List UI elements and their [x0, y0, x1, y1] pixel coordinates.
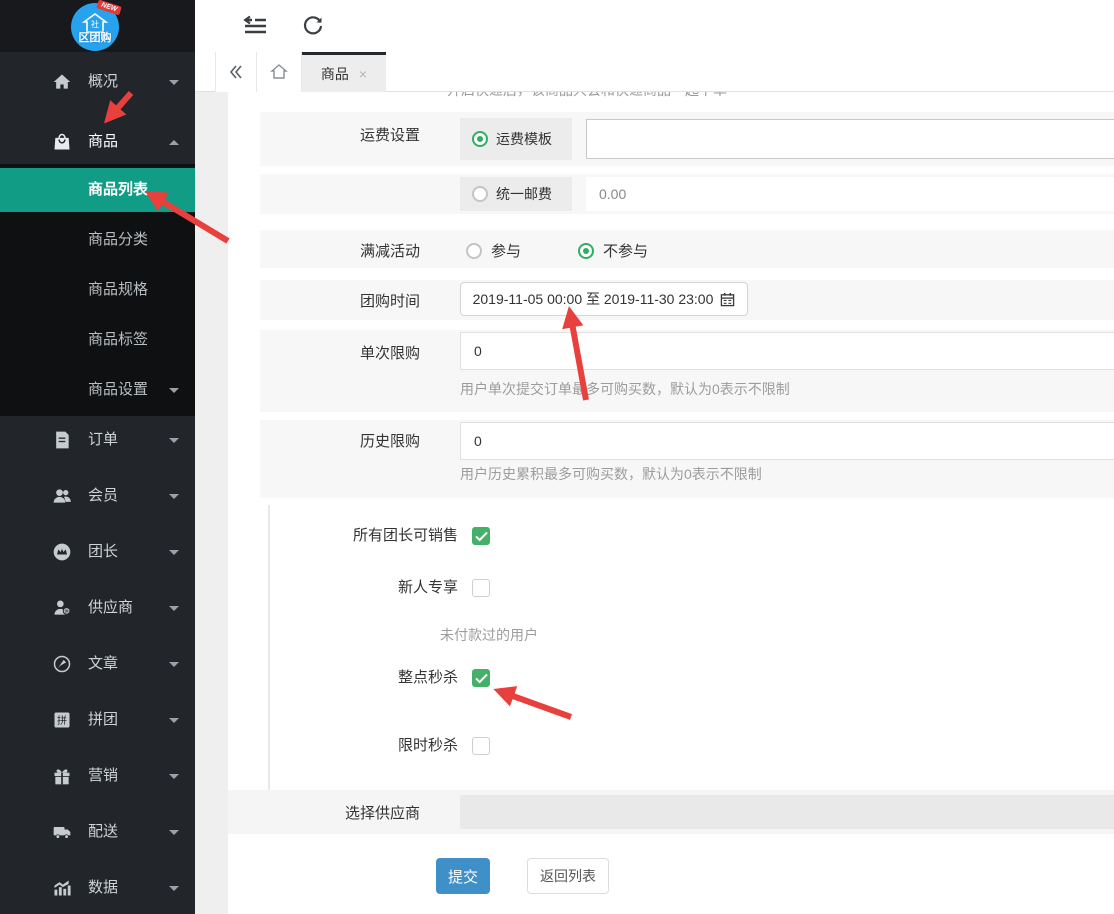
promo-notjoin-option[interactable]: 不参与 [578, 240, 648, 261]
refresh-icon[interactable] [300, 14, 326, 38]
radio-unselected-icon[interactable] [472, 186, 488, 202]
svg-text:供: 供 [64, 608, 69, 615]
article-icon [52, 654, 72, 674]
timed-seckill-label: 限时秒杀 [258, 737, 458, 755]
shipping-template-option[interactable]: 运费模板 [460, 118, 572, 160]
chevron-down-icon [169, 886, 179, 891]
home-icon [52, 72, 72, 92]
clipped-helper-text: 开启快递后，该商品只会和快递商品一起下单 [447, 92, 727, 100]
chevron-down-icon [169, 80, 179, 85]
submit-button[interactable]: 提交 [436, 858, 490, 894]
flat-postage-option[interactable]: 统一邮费 [460, 177, 572, 211]
newcomer-checkbox[interactable] [472, 579, 490, 597]
chevron-down-icon [169, 550, 179, 555]
tab-products[interactable]: 商品 × [302, 52, 386, 92]
history-limit-input[interactable] [460, 422, 1114, 460]
groupbuy-icon: 拼 [52, 710, 72, 730]
check-icon [475, 531, 488, 542]
single-limit-label: 单次限购 [260, 342, 420, 363]
form-panel: 开启快递后，该商品只会和快递商品一起下单 运费设置 运费模板 统一邮费 满减活动… [228, 92, 1114, 914]
products-submenu: 商品列表 商品分类 商品规格 商品标签 商品设置 [0, 164, 195, 416]
newcomer-helper: 未付款过的用户 [440, 625, 538, 645]
chevron-down-icon [169, 662, 179, 667]
chevron-down-icon [169, 606, 179, 611]
timed-seckill-checkbox[interactable] [472, 737, 490, 755]
data-icon [52, 878, 72, 898]
tab-label: 商品 [321, 64, 349, 84]
chevron-down-icon [169, 494, 179, 499]
history-limit-helper: 用户历史累积最多可购买数，默认为0表示不限制 [460, 464, 762, 484]
topbar [195, 0, 1114, 52]
scroll-tabs-left-button[interactable] [215, 52, 257, 92]
sidebar-item-leaders[interactable]: 团长 [0, 530, 195, 574]
sidebar-item-articles[interactable]: 文章 [0, 642, 195, 686]
check-icon [475, 673, 488, 684]
newcomer-label: 新人专享 [258, 579, 458, 597]
svg-text:社: 社 [91, 19, 99, 29]
chevron-down-icon [169, 438, 179, 443]
calendar-icon [720, 292, 735, 307]
all-leaders-checkbox[interactable] [472, 527, 490, 545]
sidebar-item-products[interactable]: 商品 [0, 120, 195, 164]
double-chevron-left-icon [228, 64, 244, 80]
svg-text:拼: 拼 [57, 714, 67, 727]
shipping-template-input[interactable] [586, 119, 1114, 159]
order-icon [52, 430, 72, 450]
flat-postage-input[interactable] [586, 177, 1114, 211]
chevron-up-icon [169, 140, 179, 145]
sidebar-item-members[interactable]: 会员 [0, 474, 195, 518]
promo-join-option[interactable]: 参与 [466, 240, 521, 261]
sidebar-item-suppliers[interactable]: 供 供应商 [0, 586, 195, 630]
tab-bar: 商品 × [195, 52, 1114, 92]
history-limit-label: 历史限购 [260, 430, 420, 451]
radio-selected-icon[interactable] [578, 243, 594, 259]
chevron-down-icon [169, 774, 179, 779]
supplier-select[interactable] [460, 795, 1114, 829]
hourly-seckill-label: 整点秒杀 [258, 669, 458, 687]
page-gutter [195, 92, 228, 914]
house-logo-icon: 社 [82, 13, 108, 33]
date-range-picker[interactable]: 2019-11-05 00:00 至 2019-11-30 23:00 [460, 282, 748, 316]
sidebar-item-product-list[interactable]: 商品列表 [0, 168, 195, 212]
sidebar-item-marketing[interactable]: 营销 [0, 754, 195, 798]
collapse-sidebar-icon[interactable] [242, 14, 268, 38]
sidebar-item-groupbuy[interactable]: 拼 拼团 [0, 698, 195, 742]
hourly-seckill-checkbox[interactable] [472, 669, 490, 687]
sidebar-item-data[interactable]: 数据 [0, 866, 195, 910]
sidebar-item-product-tag[interactable]: 商品标签 [0, 318, 195, 362]
delivery-icon [52, 822, 72, 842]
sidebar-item-product-settings[interactable]: 商品设置 [0, 368, 195, 412]
radio-selected-icon[interactable] [472, 131, 488, 147]
bag-icon [52, 132, 72, 152]
chevron-down-icon [169, 388, 179, 393]
single-limit-input[interactable] [460, 332, 1114, 370]
marketing-icon [52, 766, 72, 786]
supplier-label: 选择供应商 [260, 802, 420, 823]
date-range-value: 2019-11-05 00:00 至 2019-11-30 23:00 [473, 289, 714, 309]
home-outline-icon [270, 63, 288, 81]
sidebar-item-product-spec[interactable]: 商品规格 [0, 268, 195, 312]
promo-label: 满减活动 [260, 240, 420, 261]
home-tab-button[interactable] [257, 52, 302, 92]
sidebar-item-orders[interactable]: 订单 [0, 418, 195, 462]
single-limit-helper: 用户单次提交订单最多可购买数，默认为0表示不限制 [460, 379, 790, 399]
back-to-list-button[interactable]: 返回列表 [527, 858, 609, 894]
radio-unselected-icon[interactable] [466, 243, 482, 259]
supplier-icon: 供 [52, 598, 72, 618]
time-label: 团购时间 [260, 290, 420, 311]
close-icon[interactable]: × [359, 67, 367, 81]
logo-strip: 社 区团购 NEW [0, 0, 195, 52]
chevron-down-icon [169, 830, 179, 835]
logo-text: 区团购 [79, 33, 112, 44]
sidebar-item-product-category[interactable]: 商品分类 [0, 218, 195, 262]
sidebar-item-delivery[interactable]: 配送 [0, 810, 195, 854]
shipping-label: 运费设置 [260, 124, 420, 145]
app-logo[interactable]: 社 区团购 NEW [71, 3, 119, 51]
members-icon [52, 486, 72, 506]
sidebar: 社 区团购 NEW 概况 商品 商品列表 商品分类 商品规格 商品标签 商品设置… [0, 0, 195, 914]
all-leaders-label: 所有团长可销售 [258, 527, 458, 545]
sidebar-item-overview[interactable]: 概况 [0, 60, 195, 104]
chevron-down-icon [169, 718, 179, 723]
leader-icon [52, 542, 72, 562]
